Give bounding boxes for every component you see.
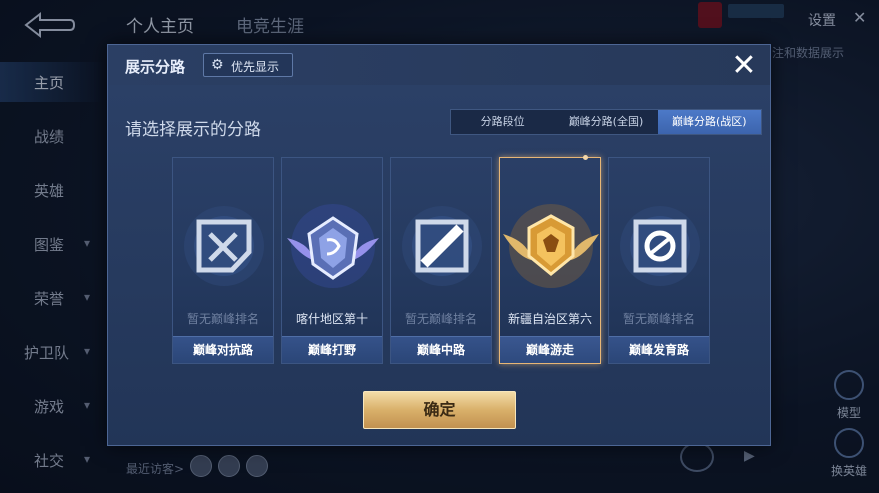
lane-type-tabs: 分路段位 巅峰分路(全国) 巅峰分路(战区) xyxy=(450,109,762,135)
lane-card-mid[interactable]: 暂无巅峰排名 巅峰中路 xyxy=(390,157,492,364)
display-lane-dialog: 展示分路 ⚙ 优先显示 ✕ 请选择展示的分路 分路段位 巅峰分路(全国) 巅峰分… xyxy=(107,44,771,446)
lane-rank-text: 暂无巅峰排名 xyxy=(186,312,259,326)
lane-role-label: 巅峰游走 xyxy=(500,336,600,363)
tab-peak-lane-region[interactable]: 巅峰分路(战区) xyxy=(657,110,761,134)
gear-icon: ⚙ xyxy=(211,57,224,73)
lane-role-label: 巅峰打野 xyxy=(282,336,382,363)
lane-role-label: 巅峰对抗路 xyxy=(173,336,273,363)
lane-rank-text: 喀什地区第十 xyxy=(295,312,368,326)
clash-lane-icon xyxy=(184,206,264,286)
jungle-badge-icon xyxy=(287,204,379,288)
farm-lane-icon xyxy=(620,206,700,286)
lane-rank-text: 暂无巅峰排名 xyxy=(622,312,695,326)
priority-display-label: 优先显示 xyxy=(231,60,280,74)
confirm-button[interactable]: 确定 xyxy=(363,391,516,429)
lane-rank-text: 暂无巅峰排名 xyxy=(404,312,477,326)
dialog-prompt: 请选择展示的分路 xyxy=(125,120,261,140)
tab-peak-lane-national[interactable]: 巅峰分路(全国) xyxy=(554,110,657,134)
lane-role-label: 巅峰发育路 xyxy=(609,336,709,363)
tab-lane-rank[interactable]: 分路段位 xyxy=(451,110,554,134)
lane-card-clash[interactable]: 暂无巅峰排名 巅峰对抗路 xyxy=(172,157,274,364)
roam-badge-icon xyxy=(503,204,599,288)
close-icon[interactable]: ✕ xyxy=(729,51,759,81)
priority-display-button[interactable]: ⚙ 优先显示 xyxy=(203,53,293,77)
selected-marker xyxy=(583,155,588,160)
mid-lane-icon xyxy=(402,206,482,286)
lane-rank-text: 新疆自治区第六 xyxy=(507,312,592,326)
lane-role-label: 巅峰中路 xyxy=(391,336,491,363)
lane-card-farm[interactable]: 暂无巅峰排名 巅峰发育路 xyxy=(608,157,710,364)
lane-card-jungle[interactable]: 喀什地区第十 巅峰打野 xyxy=(281,157,383,364)
lane-card-roam[interactable]: 新疆自治区第六 巅峰游走 xyxy=(499,155,601,364)
dialog-title: 展示分路 xyxy=(125,58,186,76)
